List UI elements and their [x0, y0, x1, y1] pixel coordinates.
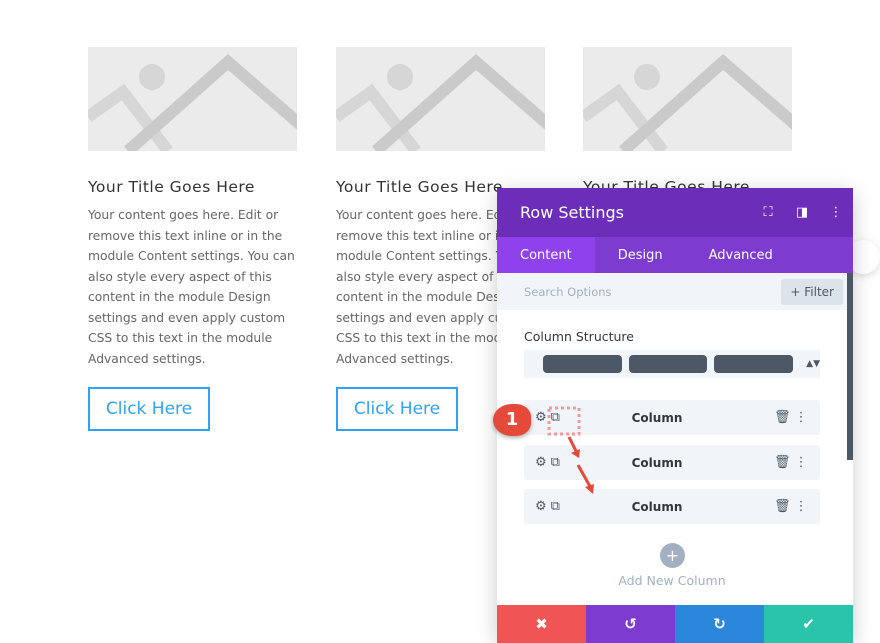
duplicate-icon[interactable]: ⧉ — [551, 499, 564, 514]
tab-content[interactable]: Content — [497, 237, 595, 273]
more-icon[interactable]: ⋮ — [795, 499, 808, 514]
undo-button[interactable]: ↺ — [586, 605, 675, 643]
tab-design[interactable]: Design — [595, 237, 686, 273]
column-label: Column — [631, 499, 683, 514]
column-structure-label: Column Structure — [524, 329, 634, 344]
card-title: Your Title Goes Here — [88, 178, 255, 196]
trash-icon[interactable]: 🗑 — [774, 455, 791, 470]
tab-advanced[interactable]: Advanced — [686, 237, 796, 273]
panel-title: Row Settings — [520, 203, 624, 222]
search-input[interactable]: Search Options + Filter — [497, 273, 853, 310]
more-icon[interactable]: ⋮ — [819, 205, 853, 220]
search-placeholder: Search Options — [524, 284, 612, 299]
card-body: Your content goes here. Edit or remove t… — [88, 208, 295, 366]
layout-icon[interactable]: ◨ — [785, 205, 819, 220]
more-icon[interactable]: ⋮ — [795, 455, 808, 470]
blurb-card: Your Title Goes Here Your content goes h… — [88, 47, 297, 431]
panel-header: Row Settings ⛶ ◨ ⋮ — [497, 188, 853, 237]
annotation-arrows — [547, 406, 594, 494]
gear-icon[interactable]: ⚙ — [535, 499, 551, 514]
card-title: Your Title Goes Here — [336, 178, 503, 196]
more-icon[interactable]: ⋮ — [795, 410, 808, 425]
placeholder-image — [336, 47, 545, 151]
column-structure-select[interactable]: ▲▼ — [524, 350, 820, 378]
click-here-button[interactable]: Click Here — [88, 387, 210, 431]
click-here-button[interactable]: Click Here — [336, 387, 458, 431]
add-column-label[interactable]: Add New Column — [497, 573, 847, 588]
redo-button[interactable]: ↻ — [675, 605, 764, 643]
cancel-button[interactable]: ✖ — [497, 605, 586, 643]
placeholder-image — [583, 47, 792, 151]
add-column-button[interactable]: + — [660, 543, 685, 568]
scrollbar[interactable] — [847, 273, 853, 460]
trash-icon[interactable]: 🗑 — [774, 410, 791, 425]
fullscreen-icon[interactable]: ⛶ — [751, 205, 785, 220]
blurb-card: Your Title Goes Here — [583, 47, 792, 196]
annotation-badge: 1 — [493, 404, 531, 436]
filter-button[interactable]: + Filter — [781, 278, 843, 305]
blurb-card: Your Title Goes Here Your content goes h… — [336, 47, 545, 431]
placeholder-image — [88, 47, 297, 151]
trash-icon[interactable]: 🗑 — [774, 499, 791, 514]
save-button[interactable]: ✔ — [764, 605, 853, 643]
select-arrows-icon: ▲▼ — [806, 359, 820, 369]
